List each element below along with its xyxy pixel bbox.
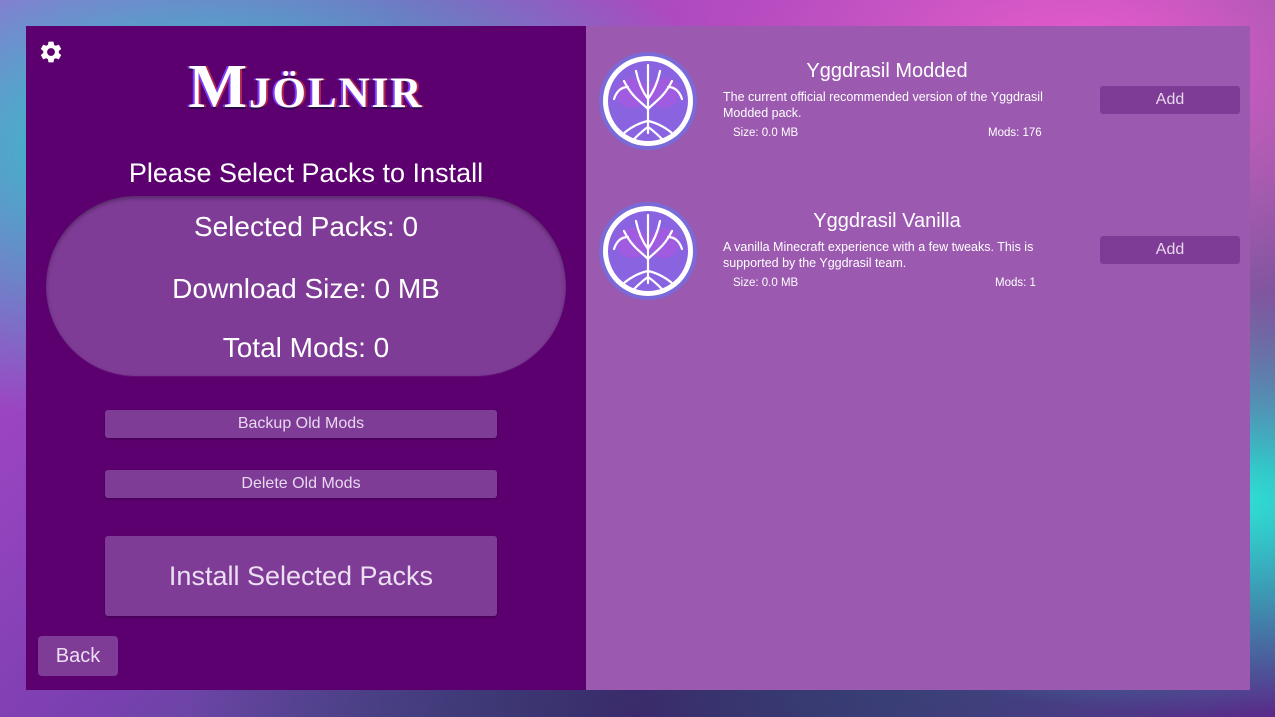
selection-summary-panel: Selected Packs: 0 Download Size: 0 MB To… [46,196,566,376]
app-logo: Mjölnir [188,53,424,121]
gear-icon[interactable] [38,39,64,65]
add-pack-button[interactable]: Add [1100,236,1240,264]
back-button[interactable]: Back [38,636,118,676]
app-window: Mjölnir Please Select Packs to Install S… [26,26,1250,690]
pack-item-yggdrasil-modded: Yggdrasil Modded The current official re… [586,51,1250,161]
install-selected-packs-button[interactable]: Install Selected Packs [105,536,497,616]
pack-mods-count: Mods: 176 [988,127,1042,139]
pack-title: Yggdrasil Vanilla [813,210,961,232]
tree-of-life-icon [599,202,697,300]
left-panel: Mjölnir Please Select Packs to Install S… [26,26,586,690]
add-pack-button[interactable]: Add [1100,86,1240,114]
delete-old-mods-button[interactable]: Delete Old Mods [105,470,497,498]
pack-description: A vanilla Minecraft experience with a fe… [723,240,1034,270]
tree-of-life-icon [599,52,697,150]
pack-size: Size: 0.0 MB [733,127,799,139]
pack-size: Size: 0.0 MB [733,277,799,289]
selected-packs-count: Selected Packs: 0 [193,211,419,242]
total-mods-count: Total Mods: 0 [222,332,390,363]
pack-mods-count: Mods: 1 [995,277,1036,289]
pack-item-yggdrasil-vanilla: Yggdrasil Vanilla A vanilla Minecraft ex… [586,201,1250,311]
page-title: Please Select Packs to Install [128,158,484,188]
pack-description: The current official recommended version… [723,90,1043,120]
download-size: Download Size: 0 MB [172,273,440,304]
backup-old-mods-button[interactable]: Backup Old Mods [105,410,497,438]
pack-title: Yggdrasil Modded [806,60,968,82]
pack-list: Yggdrasil Modded The current official re… [586,26,1250,690]
